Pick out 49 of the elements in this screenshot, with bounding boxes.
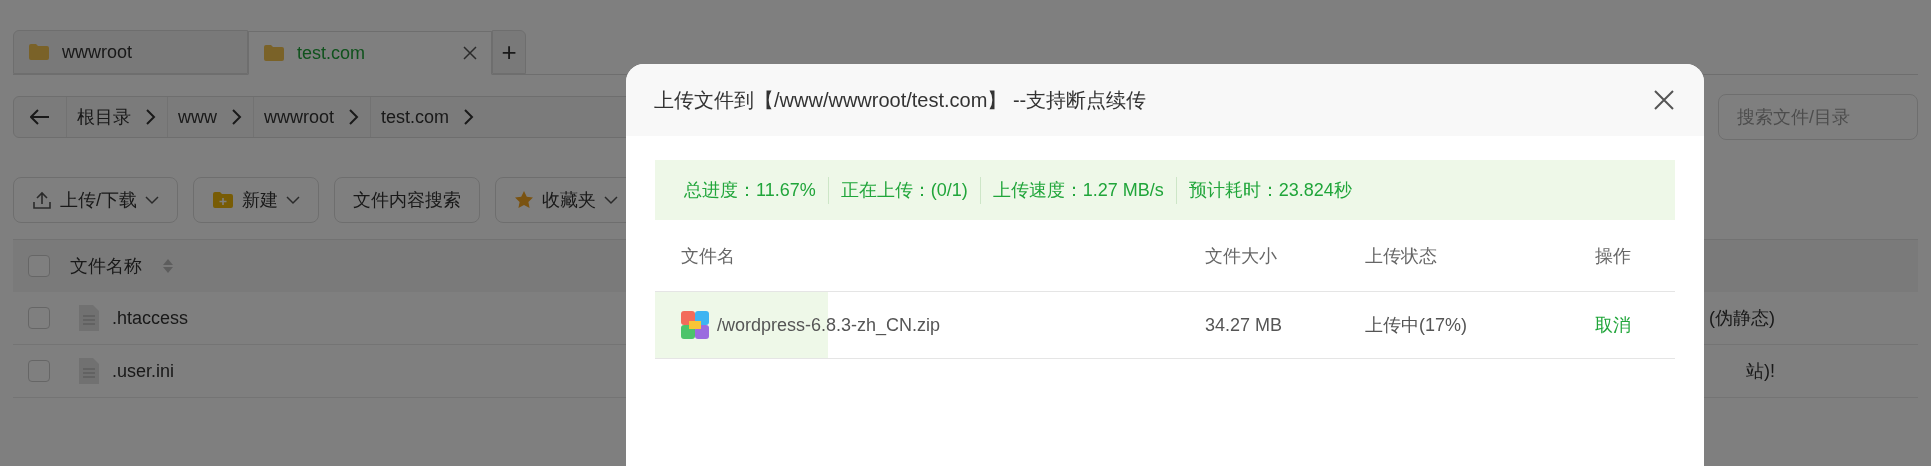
summary-text: 总进度：11.67% <box>684 178 817 202</box>
add-tab-button[interactable]: + <box>492 30 526 74</box>
summary-text: 预计耗时：23.824秒 <box>1175 176 1364 204</box>
file-size: 34.27 MB <box>1205 313 1284 337</box>
column-header: 文件名 <box>680 245 736 268</box>
file-name[interactable]: .user.ini <box>112 357 175 385</box>
toolbar-button[interactable]: 新建 <box>193 177 319 223</box>
upload-status: 上传中(17%) <box>1365 313 1468 337</box>
sort-icon[interactable] <box>162 258 174 274</box>
chevron-icon <box>348 108 360 126</box>
column-header: 操作 <box>1595 245 1631 268</box>
column-header[interactable]: 文件名称 <box>70 252 142 280</box>
file-icon <box>78 357 100 385</box>
breadcrumb-item[interactable]: www <box>178 103 217 131</box>
upload-icon <box>32 190 52 210</box>
back-icon[interactable] <box>30 109 50 125</box>
breadcrumb-item[interactable]: test.com <box>381 103 450 131</box>
tab-label: wwwroot <box>62 40 132 64</box>
checkbox[interactable] <box>28 255 50 277</box>
folder-plus-icon <box>212 191 234 209</box>
star-icon <box>514 190 534 210</box>
archive-icon <box>681 311 709 339</box>
close-icon[interactable] <box>1654 90 1674 110</box>
table-cell-text: 站)! <box>1746 359 1775 383</box>
toolbar-button[interactable]: 文件内容搜索 <box>334 177 480 223</box>
summary-text: 正在上传：(0/1) <box>827 176 980 204</box>
breadcrumb-item[interactable]: wwwroot <box>264 103 334 131</box>
folder-icon <box>263 44 285 62</box>
file-name[interactable]: .htaccess <box>112 304 189 332</box>
file-icon <box>78 304 100 332</box>
table-cell-text: (伪静态) <box>1709 306 1775 330</box>
breadcrumb-item[interactable]: 根目录 <box>77 103 131 131</box>
column-header: 文件大小 <box>1205 245 1278 268</box>
chevron-icon <box>145 108 157 126</box>
summary-text: 上传速度：1.27 MB/s <box>979 176 1176 204</box>
dialog-title: 上传文件到【/www/wwwroot/test.com】 --支持断点续传 <box>654 88 1147 113</box>
close-icon[interactable] <box>463 46 477 60</box>
folder-icon <box>28 43 50 61</box>
checkbox[interactable] <box>28 307 50 329</box>
cancel-link[interactable]: 取消 <box>1595 311 1631 339</box>
tab[interactable]: wwwroot <box>13 30 248 74</box>
column-header: 上传状态 <box>1365 245 1438 268</box>
chevron-icon <box>463 108 476 126</box>
chevron-icon <box>231 108 243 126</box>
tab-label: test.com <box>297 41 366 65</box>
tab[interactable]: test.com <box>248 31 492 75</box>
toolbar-button[interactable]: 上传/下载 <box>13 177 178 223</box>
file-name: /wordpress-6.8.3-zh_CN.zip <box>717 313 941 338</box>
checkbox[interactable] <box>28 360 50 382</box>
